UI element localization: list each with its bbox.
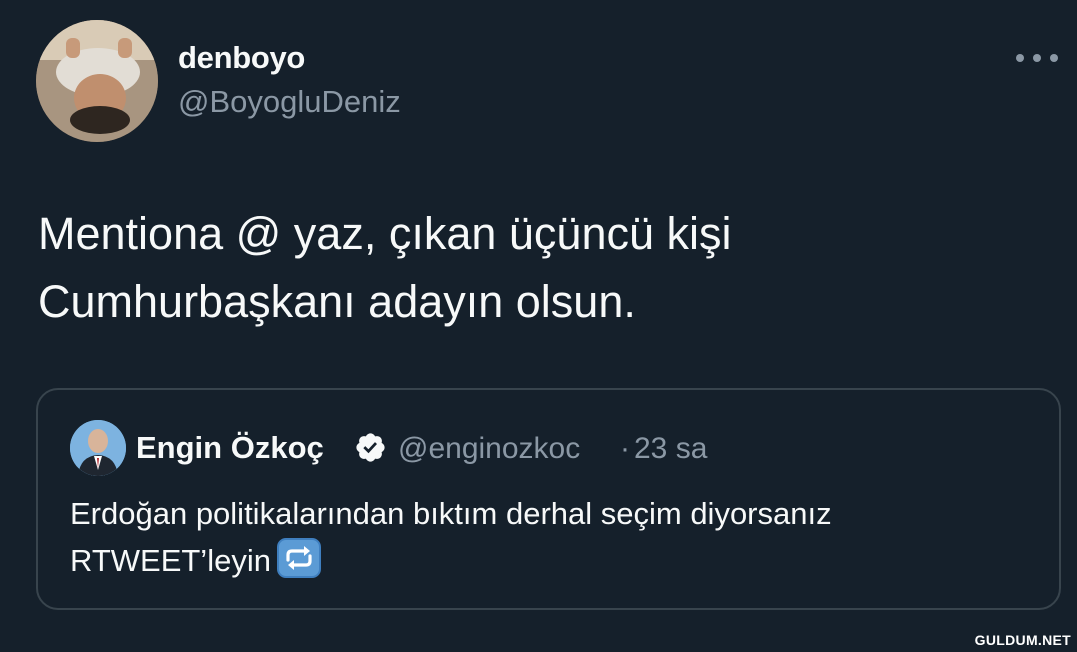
quoted-text-line: Erdoğan politikalarından bıktım derhal s… xyxy=(70,496,832,531)
quoted-avatar-photo xyxy=(70,420,126,476)
verified-badge-icon xyxy=(356,433,385,462)
quoted-text-line: RTWEET’leyin xyxy=(70,543,271,578)
author-avatar[interactable] xyxy=(36,20,158,142)
tweet-text-line: Cumhurbaşkanı adayın olsun. xyxy=(38,276,636,327)
quoted-author-handle[interactable]: @enginozkoc xyxy=(398,432,580,466)
avatar-photo xyxy=(36,20,158,142)
quoted-tweet-time[interactable]: 23 sa xyxy=(634,432,707,466)
tweet-card: denboyo @BoyogluDeniz Mentiona @ yaz, çı… xyxy=(0,0,1077,652)
author-handle[interactable]: @BoyogluDeniz xyxy=(178,84,401,120)
tweet-text: Mentiona @ yaz, çıkan üçüncü kişi Cumhur… xyxy=(38,200,1038,336)
separator-dot: · xyxy=(620,432,630,465)
author-name[interactable]: denboyo xyxy=(178,40,305,76)
repeat-button-emoji-icon xyxy=(276,538,321,578)
more-options-button[interactable] xyxy=(1016,46,1058,70)
quoted-author-avatar[interactable] xyxy=(70,420,126,476)
quoted-tweet-text: Erdoğan politikalarından bıktım derhal s… xyxy=(70,490,1030,584)
quoted-author-name[interactable]: Engin Özkoç xyxy=(136,430,324,466)
quoted-tweet[interactable]: Engin Özkoç @enginozkoc · 23 sa Erdoğan … xyxy=(36,388,1061,610)
tweet-text-line: Mentiona @ yaz, çıkan üçüncü kişi xyxy=(38,208,732,259)
more-horizontal-icon xyxy=(1016,54,1024,62)
watermark: GULDUM.NET xyxy=(974,632,1071,648)
